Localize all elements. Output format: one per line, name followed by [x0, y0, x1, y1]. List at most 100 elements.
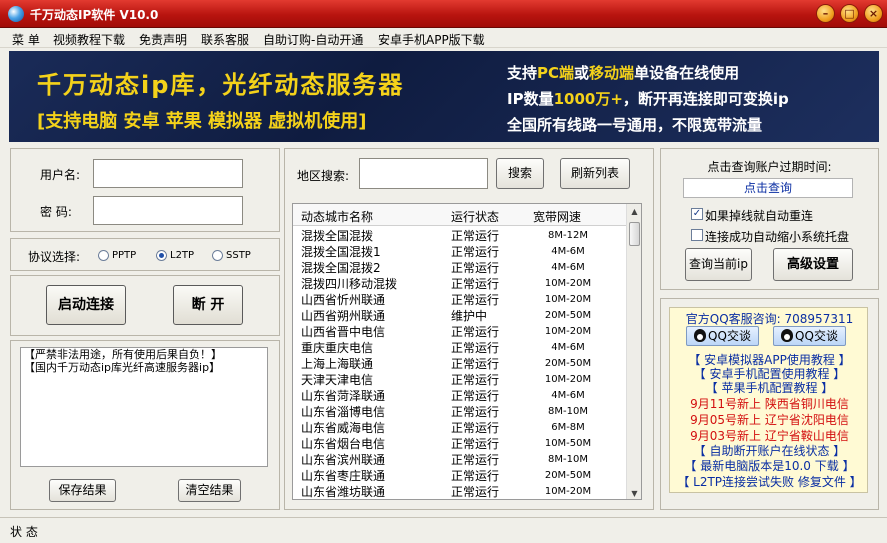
password-input[interactable]: [93, 196, 243, 225]
header-status[interactable]: 运行状态: [451, 208, 499, 225]
bandwidth-cell: 8M-12M: [548, 230, 588, 241]
city-cell: 混拨四川移动混拨: [301, 277, 398, 291]
scroll-down-arrow-icon[interactable]: ▼: [627, 486, 641, 499]
table-row[interactable]: 山东省威海电信 正常运行 6M-8M: [293, 420, 626, 436]
username-label: 用户名:: [40, 168, 81, 182]
protocol-radio-l2tp[interactable]: [156, 250, 167, 261]
scroll-thumb[interactable]: [629, 222, 640, 246]
city-cell: 重庆重庆电信: [301, 341, 374, 355]
protocol-label: 协议选择:: [28, 250, 81, 264]
qq-chat-label: QQ交谈: [708, 329, 751, 343]
query-ip-button[interactable]: 查询当前ip: [685, 248, 752, 281]
status-cell: 正常运行: [451, 277, 500, 291]
table-row[interactable]: 天津天津电信 正常运行 10M-20M: [293, 372, 626, 388]
window-title: 千万动态IP软件 V10.0: [30, 8, 159, 22]
table-row[interactable]: 山东省淄博电信 正常运行 8M-10M: [293, 404, 626, 420]
qq-penguin-icon: [694, 329, 707, 342]
expiry-query-link[interactable]: 点击查询: [683, 178, 853, 198]
bandwidth-cell: 10M-50M: [544, 438, 592, 449]
banner-text: IP数量: [507, 90, 554, 108]
username-input[interactable]: [93, 159, 243, 188]
menu-item-contact[interactable]: 联系客服: [201, 31, 249, 48]
banner-highlight: PC端: [537, 64, 575, 82]
header-city[interactable]: 动态城市名称: [301, 208, 373, 225]
banner-text: 单设备在线使用: [634, 64, 740, 82]
banner-text: ，断开再连接即可变换ip: [622, 90, 789, 108]
city-cell: 山东省潍坊联通: [301, 485, 386, 499]
banner-right-line3: 全国所有线路一号通用，不限宽带流量: [507, 116, 763, 134]
table-row[interactable]: 山西省忻州联通 正常运行 10M-20M: [293, 292, 626, 308]
table-row[interactable]: 上海上海联通 正常运行 20M-50M: [293, 356, 626, 372]
protocol-radio-pptp[interactable]: [98, 250, 109, 261]
log-line: 【严禁非法用途，所有使用后果自负！】: [24, 348, 222, 361]
l2tp-fix-link[interactable]: 【 L2TP连接尝试失败 修复文件 】: [670, 475, 869, 489]
bandwidth-cell: 20M-50M: [544, 310, 592, 321]
table-row[interactable]: 山东省滨州联通 正常运行 8M-10M: [293, 452, 626, 468]
city-cell: 混拨全国混拨1: [301, 245, 381, 259]
table-row[interactable]: 山东省潍坊联通 正常运行 10M-20M: [293, 484, 626, 499]
maximize-button[interactable]: □: [840, 4, 859, 23]
city-cell: 山西省晋中电信: [301, 325, 386, 339]
connect-button[interactable]: 启动连接: [46, 285, 126, 325]
protocol-option-l2tp: L2TP: [170, 250, 195, 261]
scroll-up-arrow-icon[interactable]: ▲: [627, 204, 641, 219]
search-button[interactable]: 搜索: [496, 158, 544, 189]
table-row[interactable]: 山西省朔州联通 维护中 20M-50M: [293, 308, 626, 324]
auto-reconnect-label: 如果掉线就自动重连: [705, 209, 814, 223]
download-latest-version-link[interactable]: 【 最新电脑版本是10.0 下载 】: [670, 459, 869, 473]
status-cell: 维护中: [451, 309, 488, 323]
menu-item-menu[interactable]: 菜 单: [12, 31, 40, 48]
menu-item-order[interactable]: 自助订购-自动开通: [263, 31, 363, 48]
minimize-tray-checkbox[interactable]: [691, 229, 703, 241]
table-scrollbar[interactable]: ▲ ▼: [626, 204, 641, 499]
bandwidth-cell: 20M-50M: [544, 358, 592, 369]
log-output[interactable]: 【严禁非法用途，所有使用后果自负！】 【国内千万动态ip库光纤高速服务器ip】: [20, 347, 268, 467]
menu-item-video-tutorial[interactable]: 视频教程下载: [53, 31, 125, 48]
city-cell: 山东省滨州联通: [301, 453, 386, 467]
table-row[interactable]: 混拨全国混拨 正常运行 8M-12M: [293, 228, 626, 244]
menu-item-android-download[interactable]: 安卓手机APP版下载: [378, 31, 485, 48]
protocol-option-pptp: PPTP: [112, 250, 137, 261]
android-emulator-tutorial-link[interactable]: 【 安卓模拟器APP使用教程 】: [670, 353, 869, 367]
clear-results-button[interactable]: 清空结果: [178, 479, 241, 502]
iphone-tutorial-link[interactable]: 【 苹果手机配置教程 】: [670, 381, 869, 395]
menu-item-disclaimer[interactable]: 免责声明: [139, 31, 187, 48]
qq-chat-button-2[interactable]: QQ交谈: [773, 326, 846, 346]
status-cell: 正常运行: [451, 341, 500, 355]
minimize-button[interactable]: –: [816, 4, 835, 23]
table-row[interactable]: 混拨全国混拨2 正常运行 4M-6M: [293, 260, 626, 276]
protocol-radio-sstp[interactable]: [212, 250, 223, 261]
expiry-label: 点击查询账户过期时间:: [707, 160, 832, 174]
bandwidth-cell: 10M-20M: [544, 374, 592, 385]
table-row[interactable]: 山东省菏泽联通 正常运行 4M-6M: [293, 388, 626, 404]
banner-text: 或: [574, 64, 590, 82]
table-row[interactable]: 混拨全国混拨1 正常运行 4M-6M: [293, 244, 626, 260]
disconnect-online-status-link[interactable]: 【 自助断开账户在线状态 】: [670, 444, 869, 458]
banner-subline: [支持电脑 安卓 苹果 模拟器 虚拟机使用]: [37, 111, 367, 132]
table-row[interactable]: 混拨四川移动混拨 正常运行 10M-20M: [293, 276, 626, 292]
status-cell: 正常运行: [451, 421, 500, 435]
advanced-settings-button[interactable]: 高级设置: [773, 248, 853, 281]
table-row[interactable]: 山东省枣庄联通 正常运行 20M-50M: [293, 468, 626, 484]
bandwidth-cell: 8M-10M: [548, 406, 588, 417]
region-search-input[interactable]: [359, 158, 488, 189]
close-button[interactable]: ×: [864, 4, 883, 23]
table-row[interactable]: 重庆重庆电信 正常运行 4M-6M: [293, 340, 626, 356]
header-bandwidth[interactable]: 宽带网速: [533, 208, 581, 225]
disconnect-button[interactable]: 断 开: [173, 285, 243, 325]
qq-chat-button-1[interactable]: QQ交谈: [686, 326, 759, 346]
log-line: 【国内千万动态ip库光纤高速服务器ip】: [24, 361, 221, 374]
table-row[interactable]: 山东省烟台电信 正常运行 10M-50M: [293, 436, 626, 452]
region-search-label: 地区搜索:: [297, 169, 350, 183]
bandwidth-cell: 10M-20M: [544, 326, 592, 337]
save-results-button[interactable]: 保存结果: [49, 479, 116, 502]
auto-reconnect-checkbox[interactable]: ✓: [691, 208, 703, 220]
status-cell: 正常运行: [451, 469, 500, 483]
status-cell: 正常运行: [451, 453, 500, 467]
table-row[interactable]: 山西省晋中电信 正常运行 10M-20M: [293, 324, 626, 340]
bandwidth-cell: 4M-6M: [551, 390, 585, 401]
android-phone-tutorial-link[interactable]: 【 安卓手机配置使用教程 】: [670, 367, 869, 381]
bandwidth-cell: 8M-10M: [548, 454, 588, 465]
city-cell: 天津天津电信: [301, 373, 374, 387]
refresh-list-button[interactable]: 刷新列表: [560, 158, 630, 189]
